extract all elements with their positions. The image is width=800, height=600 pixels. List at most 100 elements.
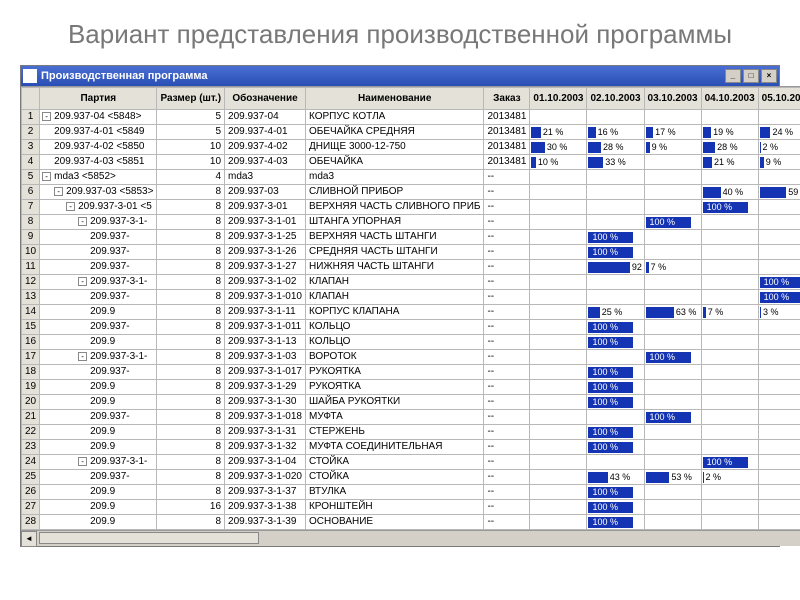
cell-zakaz[interactable]: -- [484,184,530,199]
row-number[interactable]: 17 [22,349,40,364]
cell-date-2[interactable]: 100 % [644,349,701,364]
cell-oboz[interactable]: 209.937-4-01 [225,124,306,139]
row-number[interactable]: 25 [22,469,40,484]
cell-date-0[interactable] [530,259,587,274]
tree-toggle-icon[interactable]: - [42,172,51,181]
cell-oboz[interactable]: 209.937-3-1-38 [225,499,306,514]
cell-date-1[interactable]: 100 % [587,319,644,334]
table-row[interactable]: 9209.937-8209.937-3-1-25ВЕРХНЯЯ ЧАСТЬ ШТ… [22,229,800,244]
cell-size[interactable]: 8 [157,229,225,244]
table-row[interactable]: 21209.937-8209.937-3-1-018МУФТА--100 % [22,409,800,424]
cell-date-2[interactable] [644,109,701,124]
cell-naim[interactable]: КЛАПАН [305,274,483,289]
cell-size[interactable]: 8 [157,214,225,229]
cell-naim[interactable]: КОЛЬЦО [305,334,483,349]
table-row[interactable]: 17-209.937-3-1-8209.937-3-1-03ВОРОТОК--1… [22,349,800,364]
cell-date-3[interactable]: 100 % [701,199,758,214]
cell-zakaz[interactable]: -- [484,289,530,304]
table-row[interactable]: 15209.937-8209.937-3-1-011КОЛЬЦО--100 % [22,319,800,334]
cell-date-3[interactable] [701,364,758,379]
cell-date-3[interactable] [701,214,758,229]
row-number[interactable]: 9 [22,229,40,244]
row-number[interactable]: 18 [22,364,40,379]
table-row[interactable]: 25209.937-8209.937-3-1-020СТОЙКА--43 %53… [22,469,800,484]
cell-party[interactable]: 209.937-4-02 <5850 [40,139,157,154]
cell-date-2[interactable]: 63 % [644,304,701,319]
cell-date-2[interactable] [644,364,701,379]
cell-size[interactable]: 5 [157,124,225,139]
cell-date-2[interactable] [644,289,701,304]
cell-size[interactable]: 8 [157,394,225,409]
cell-oboz[interactable]: 209.937-3-1-017 [225,364,306,379]
cell-naim[interactable]: СТОЙКА [305,454,483,469]
cell-party[interactable]: -mda3 <5852> [40,169,157,184]
cell-date-2[interactable]: 53 % [644,469,701,484]
cell-date-4[interactable] [758,244,800,259]
table-row[interactable]: 2209.937-4-01 <58495209.937-4-01ОБЕЧАЙКА… [22,124,800,139]
cell-zakaz[interactable]: -- [484,319,530,334]
cell-zakaz[interactable]: -- [484,229,530,244]
cell-date-0[interactable] [530,364,587,379]
col-date-3[interactable]: 04.10.2003 [701,87,758,109]
cell-date-3[interactable] [701,229,758,244]
cell-date-0[interactable] [530,469,587,484]
cell-size[interactable]: 8 [157,409,225,424]
cell-date-0[interactable]: 10 % [530,154,587,169]
row-number[interactable]: 5 [22,169,40,184]
cell-party[interactable]: 209.9 [40,424,157,439]
cell-date-1[interactable]: 100 % [587,394,644,409]
cell-date-1[interactable]: 100 % [587,364,644,379]
cell-date-3[interactable] [701,289,758,304]
row-number[interactable]: 8 [22,214,40,229]
cell-naim[interactable]: ШАЙБА РУКОЯТКИ [305,394,483,409]
titlebar[interactable]: Производственная программа _ □ × [21,66,779,86]
cell-size[interactable]: 8 [157,319,225,334]
table-row[interactable]: 6-209.937-03 <5853>8209.937-03СЛИВНОЙ ПР… [22,184,800,199]
col-date-4[interactable]: 05.10.2003 [758,87,800,109]
cell-size[interactable]: 10 [157,154,225,169]
cell-date-1[interactable]: 100 % [587,484,644,499]
table-row[interactable]: 12-209.937-3-1-8209.937-3-1-02КЛАПАН--10… [22,274,800,289]
cell-date-0[interactable]: 21 % [530,124,587,139]
cell-naim[interactable]: КОРПУС КОТЛА [305,109,483,124]
col-size[interactable]: Размер (шт.) [157,87,225,109]
cell-date-0[interactable] [530,274,587,289]
cell-date-4[interactable] [758,379,800,394]
cell-date-3[interactable] [701,259,758,274]
cell-date-3[interactable] [701,349,758,364]
cell-date-1[interactable]: 92 % [587,259,644,274]
tree-toggle-icon[interactable]: - [78,217,87,226]
cell-party[interactable]: -209.937-04 <5848> [40,109,157,124]
cell-date-0[interactable] [530,214,587,229]
cell-date-1[interactable] [587,409,644,424]
cell-size[interactable]: 8 [157,514,225,529]
cell-zakaz[interactable]: -- [484,304,530,319]
cell-date-1[interactable] [587,274,644,289]
cell-date-2[interactable] [644,274,701,289]
cell-date-1[interactable]: 100 % [587,334,644,349]
cell-date-3[interactable] [701,424,758,439]
cell-date-3[interactable] [701,319,758,334]
cell-naim[interactable]: ОБЕЧАЙКА СРЕДНЯЯ [305,124,483,139]
cell-date-4[interactable]: 2 % [758,139,800,154]
cell-zakaz[interactable]: -- [484,274,530,289]
cell-date-4[interactable]: 24 % [758,124,800,139]
cell-naim[interactable]: МУФТА [305,409,483,424]
cell-date-4[interactable] [758,349,800,364]
cell-date-4[interactable] [758,199,800,214]
cell-date-2[interactable] [644,244,701,259]
row-number[interactable]: 28 [22,514,40,529]
cell-zakaz[interactable]: -- [484,469,530,484]
cell-zakaz[interactable]: 2013481 [484,109,530,124]
table-row[interactable]: 16209.98209.937-3-1-13КОЛЬЦО--100 % [22,334,800,349]
cell-date-3[interactable] [701,169,758,184]
cell-date-1[interactable]: 100 % [587,499,644,514]
row-number[interactable]: 10 [22,244,40,259]
cell-naim[interactable]: ВЕРХНЯЯ ЧАСТЬ ШТАНГИ [305,229,483,244]
cell-date-1[interactable]: 33 % [587,154,644,169]
cell-size[interactable]: 8 [157,469,225,484]
row-number[interactable]: 11 [22,259,40,274]
cell-date-0[interactable] [530,244,587,259]
cell-date-4[interactable] [758,259,800,274]
cell-party[interactable]: 209.937- [40,229,157,244]
